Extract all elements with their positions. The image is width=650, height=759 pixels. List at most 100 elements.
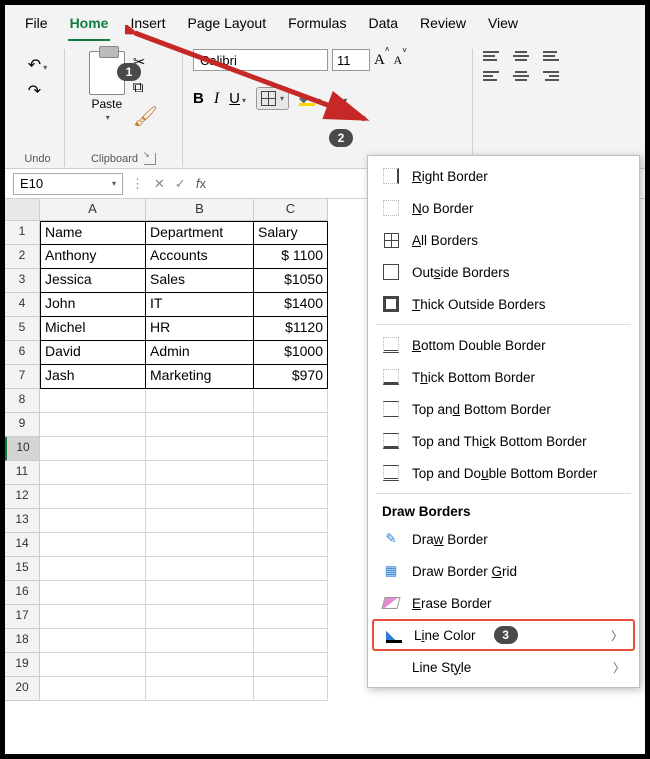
cell[interactable]: IT (146, 293, 254, 317)
cell[interactable]: Accounts (146, 245, 254, 269)
cell[interactable] (254, 653, 328, 677)
row-header[interactable]: 1 (5, 221, 40, 245)
cell[interactable]: Anthony (40, 245, 146, 269)
cell[interactable] (146, 461, 254, 485)
dd-top-thick-bottom[interactable]: Top and Thick Bottom Border (368, 425, 639, 457)
cell[interactable] (254, 629, 328, 653)
cell[interactable] (254, 437, 328, 461)
cell[interactable]: David (40, 341, 146, 365)
cell[interactable] (146, 485, 254, 509)
cell[interactable] (146, 629, 254, 653)
row-header[interactable]: 5 (5, 317, 40, 341)
col-header-c[interactable]: C (254, 199, 328, 221)
cell[interactable] (254, 605, 328, 629)
cell[interactable] (40, 557, 146, 581)
menu-data[interactable]: Data (366, 11, 400, 39)
cell[interactable] (254, 461, 328, 485)
row-header[interactable]: 20 (5, 677, 40, 701)
cell[interactable] (146, 413, 254, 437)
row-header[interactable]: 19 (5, 653, 40, 677)
col-header-b[interactable]: B (146, 199, 254, 221)
row-header[interactable]: 11 (5, 461, 40, 485)
row-header[interactable]: 17 (5, 605, 40, 629)
cell[interactable] (40, 389, 146, 413)
bold-button[interactable]: B (193, 90, 204, 107)
row-header[interactable]: 8 (5, 389, 40, 413)
dd-erase-border[interactable]: Erase Border (368, 587, 639, 619)
cell[interactable]: Jash (40, 365, 146, 389)
decrease-font-icon[interactable]: A˅ (394, 52, 407, 68)
cell[interactable]: $1400 (254, 293, 328, 317)
cell[interactable]: John (40, 293, 146, 317)
paste-dropdown[interactable]: ▾ (106, 113, 110, 122)
dd-all-borders[interactable]: All Borders (368, 224, 639, 256)
cell[interactable] (254, 389, 328, 413)
cell[interactable]: $1050 (254, 269, 328, 293)
cell[interactable] (40, 461, 146, 485)
align-middle-icon[interactable] (513, 51, 529, 63)
cell[interactable]: $ 1100 (254, 245, 328, 269)
cell[interactable]: Marketing (146, 365, 254, 389)
select-all-corner[interactable] (5, 199, 40, 221)
dd-line-color[interactable]: Line Color 3 〉 (372, 619, 635, 651)
cell[interactable]: Department (146, 221, 254, 245)
fb-dots-icon[interactable]: ⋮ (131, 176, 144, 192)
clipboard-dialog-launcher[interactable] (144, 153, 156, 165)
font-size-input[interactable] (332, 49, 370, 71)
row-header[interactable]: 7 (5, 365, 40, 389)
copy-icon[interactable]: ⧉ (133, 79, 158, 96)
menu-insert[interactable]: Insert (128, 11, 167, 39)
row-header[interactable]: 15 (5, 557, 40, 581)
cell[interactable] (146, 509, 254, 533)
cell[interactable] (146, 389, 254, 413)
dd-top-bottom[interactable]: Top and Bottom Border (368, 393, 639, 425)
cell[interactable] (254, 533, 328, 557)
row-header[interactable]: 14 (5, 533, 40, 557)
cell[interactable] (40, 629, 146, 653)
dd-thick-bottom[interactable]: Thick Bottom Border (368, 361, 639, 393)
cell[interactable] (40, 485, 146, 509)
cell[interactable] (254, 485, 328, 509)
menu-layout[interactable]: Page Layout (185, 11, 268, 39)
row-header[interactable]: 18 (5, 629, 40, 653)
cell[interactable]: $1120 (254, 317, 328, 341)
cell[interactable] (254, 557, 328, 581)
cell[interactable] (146, 557, 254, 581)
fb-cancel-icon[interactable]: ✕ (154, 176, 165, 192)
row-header[interactable]: 6 (5, 341, 40, 365)
menu-home[interactable]: Home (68, 11, 111, 41)
cell[interactable]: $1000 (254, 341, 328, 365)
borders-button[interactable]: ▾ (256, 87, 289, 110)
redo-icon[interactable]: ↷ (28, 81, 47, 101)
cell[interactable]: Salary (254, 221, 328, 245)
row-header[interactable]: 13 (5, 509, 40, 533)
dd-draw-border[interactable]: ✎Draw Border (368, 523, 639, 555)
cell[interactable] (254, 581, 328, 605)
fb-confirm-icon[interactable]: ✓ (175, 176, 186, 192)
cell[interactable] (40, 605, 146, 629)
cell[interactable]: Sales (146, 269, 254, 293)
cell[interactable] (40, 437, 146, 461)
dd-outside-borders[interactable]: Outside Borders (368, 256, 639, 288)
row-header[interactable]: 16 (5, 581, 40, 605)
cell[interactable] (254, 677, 328, 701)
align-top-icon[interactable] (483, 51, 499, 63)
align-right-icon[interactable] (543, 71, 559, 83)
row-header[interactable]: 10 (5, 437, 40, 461)
row-header[interactable]: 2 (5, 245, 40, 269)
menu-view[interactable]: View (486, 11, 520, 39)
menu-review[interactable]: Review (418, 11, 468, 39)
row-header[interactable]: 4 (5, 293, 40, 317)
row-header[interactable]: 3 (5, 269, 40, 293)
italic-button[interactable]: I (214, 90, 219, 108)
cell[interactable] (254, 413, 328, 437)
increase-font-icon[interactable]: A˄ (374, 51, 390, 69)
fx-icon[interactable]: fx (196, 176, 206, 191)
cell[interactable] (254, 509, 328, 533)
cell[interactable] (40, 533, 146, 557)
cell[interactable]: Admin (146, 341, 254, 365)
dd-no-border[interactable]: No Border (368, 192, 639, 224)
cell[interactable] (146, 605, 254, 629)
menu-formulas[interactable]: Formulas (286, 11, 348, 39)
dd-thick-outside[interactable]: Thick Outside Borders (368, 288, 639, 320)
